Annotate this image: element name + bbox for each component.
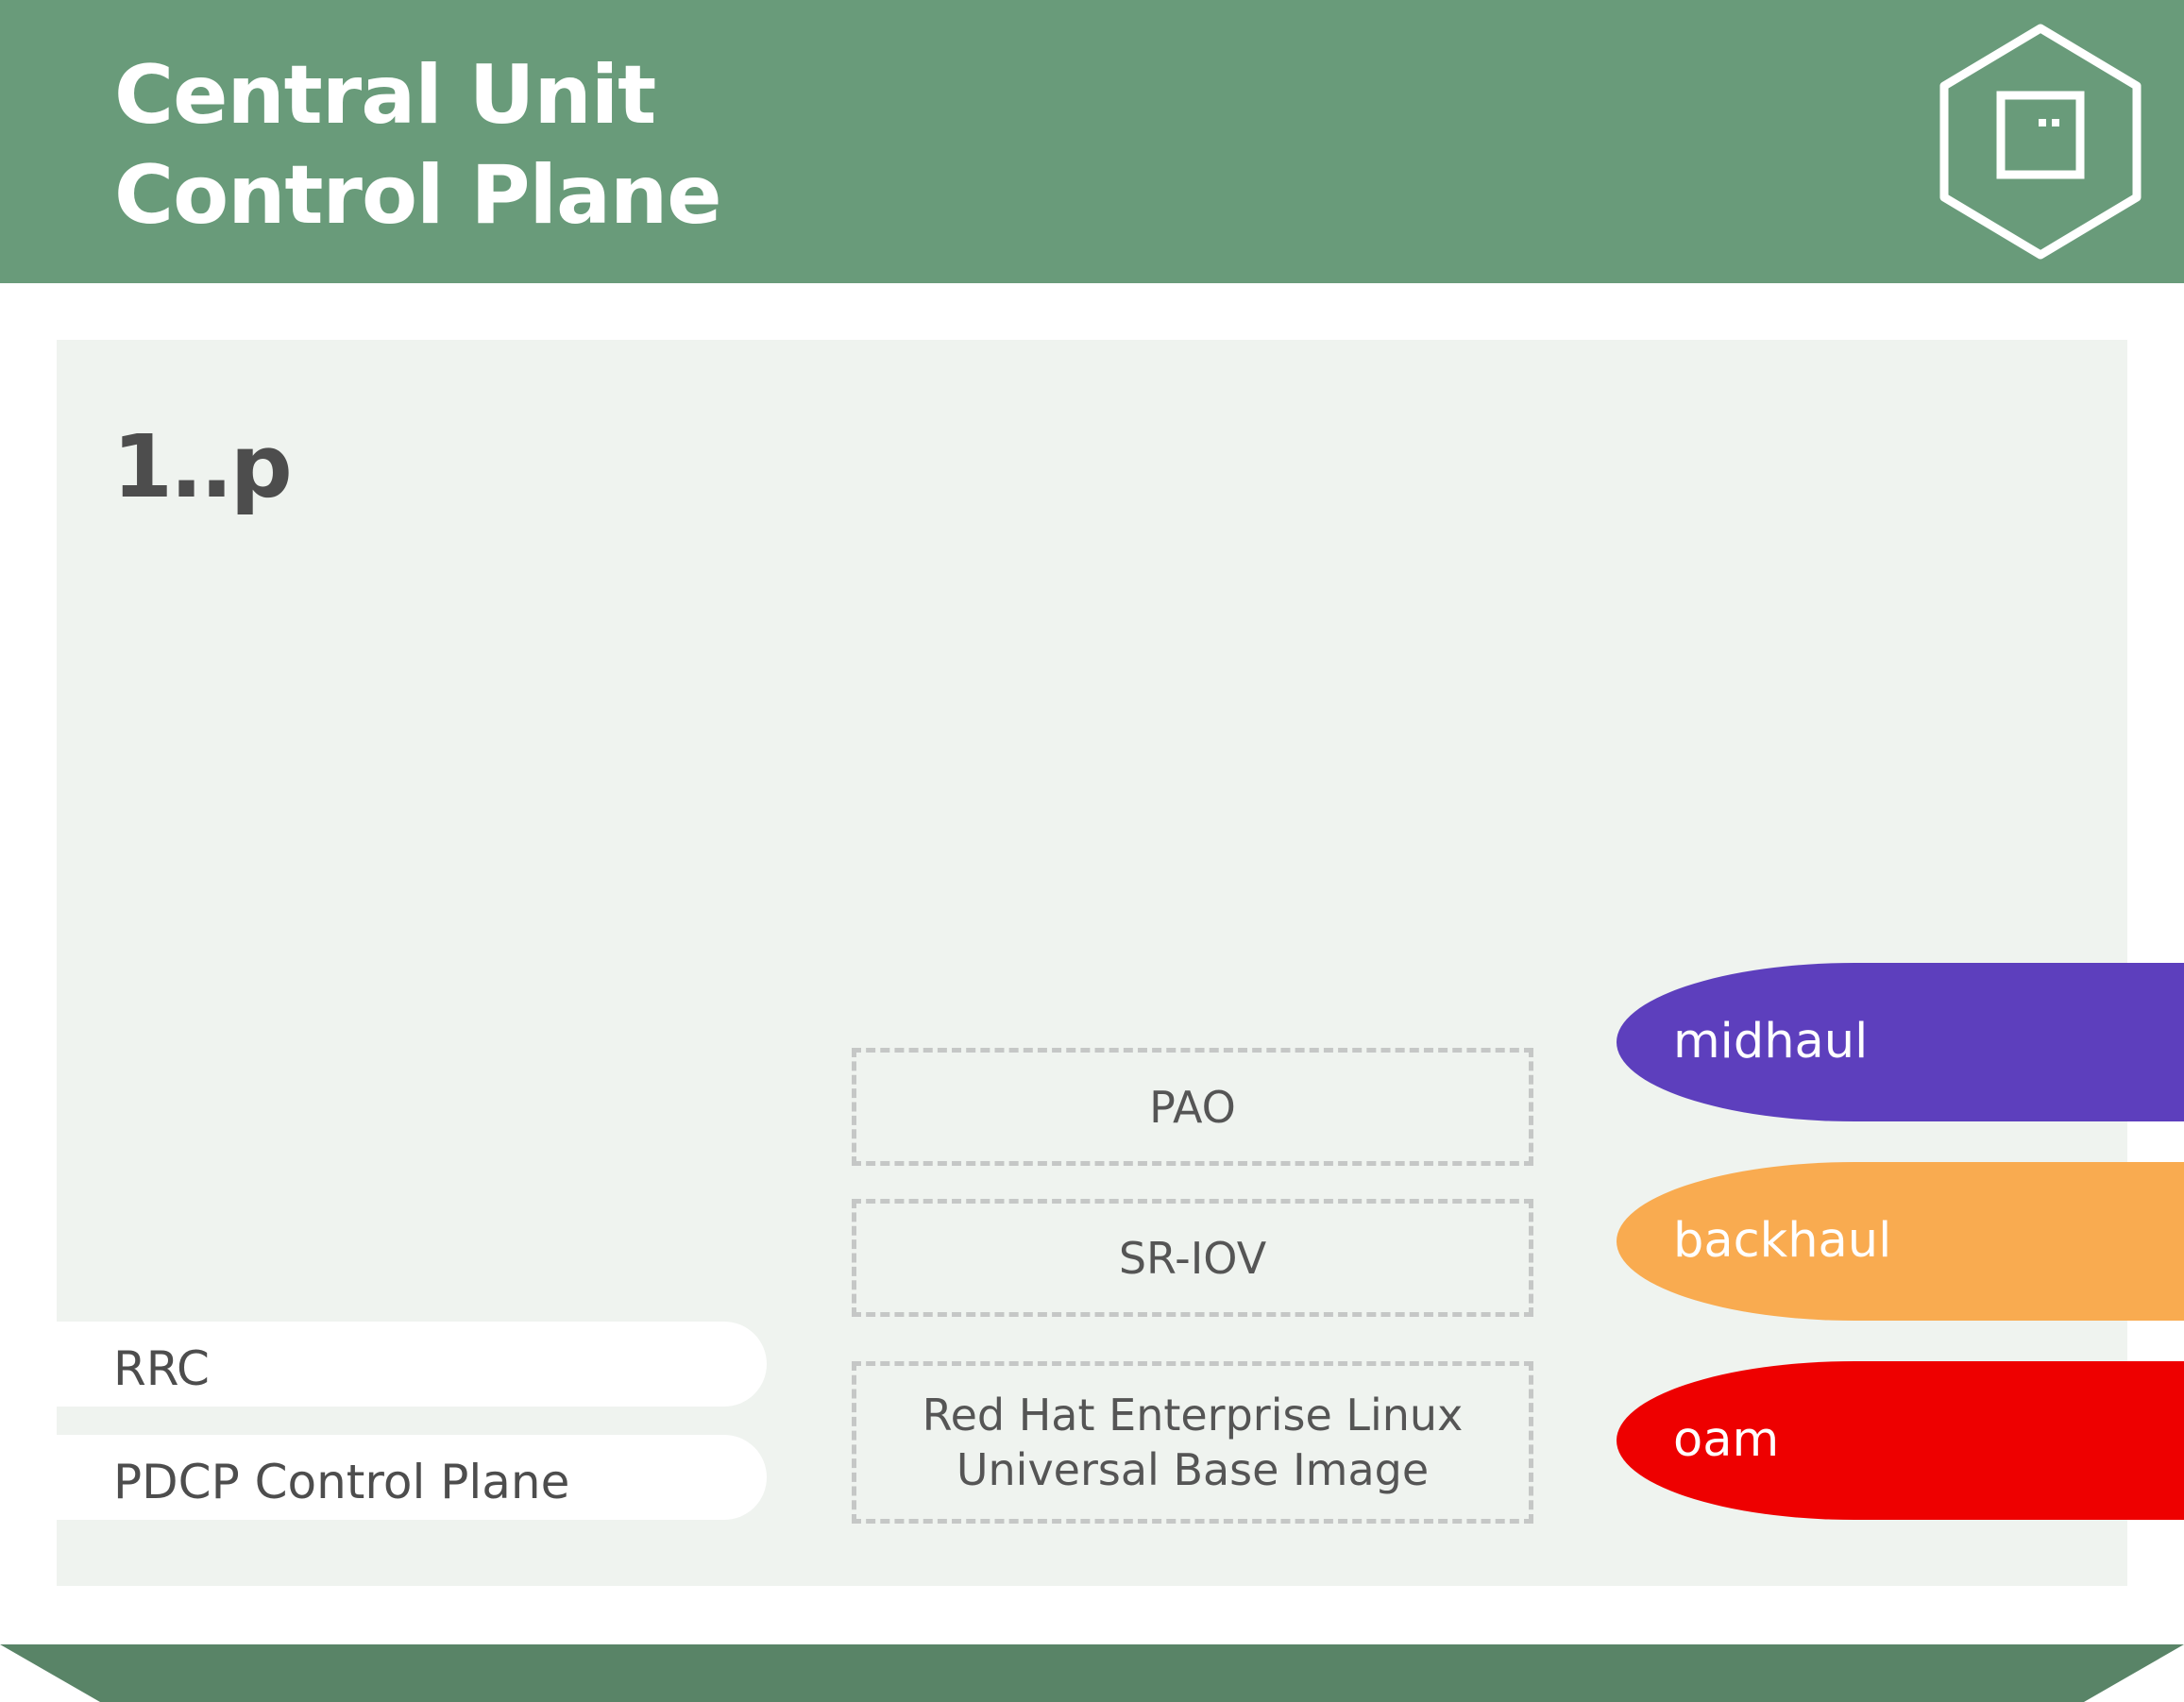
function-rrc: RRC	[57, 1322, 767, 1407]
pao-box: PAO	[852, 1048, 1533, 1166]
network-midhaul: midhaul	[1617, 963, 2184, 1121]
page-title: Central Unit Control Plane	[114, 45, 722, 245]
function-pdcp-control-plane: PDCP Control Plane	[57, 1435, 767, 1520]
rhel-label-line-1: Red Hat Enterprise Linux	[922, 1390, 1464, 1441]
network-backhaul: backhaul	[1617, 1162, 2184, 1321]
title-line-1: Central Unit	[114, 48, 656, 143]
footer-bar	[0, 1644, 2184, 1702]
network-oam: oam	[1617, 1361, 2184, 1520]
rhel-label-line-2: Universal Base Image	[956, 1444, 1430, 1495]
sriov-box: SR-IOV	[852, 1199, 1533, 1317]
sriov-label: SR-IOV	[1118, 1232, 1267, 1284]
pao-label: PAO	[1149, 1081, 1236, 1133]
header-bar: Central Unit Control Plane	[0, 0, 2184, 283]
instance-count-label: 1..p	[112, 416, 293, 517]
container-hexagon-icon	[1939, 24, 2142, 260]
rhel-ubi-box: Red Hat Enterprise Linux Universal Base …	[852, 1361, 1533, 1524]
title-line-2: Control Plane	[114, 148, 722, 243]
